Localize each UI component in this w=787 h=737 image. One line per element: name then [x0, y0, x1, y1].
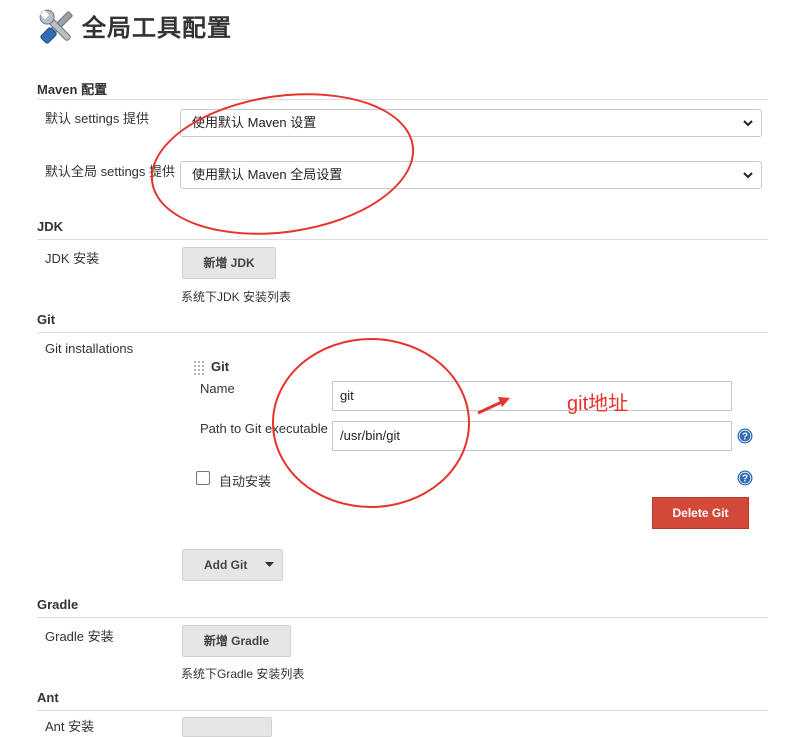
svg-text:?: ? [742, 474, 748, 485]
delete-git-button[interactable]: Delete Git [652, 497, 749, 529]
git-installations-label: Git installations [45, 341, 134, 356]
section-divider [37, 710, 768, 711]
add-ant-button[interactable] [182, 717, 272, 737]
git-section-title: Git [37, 312, 56, 327]
ant-section-title: Ant [37, 690, 59, 705]
ant-install-label: Ant 安装 [45, 719, 95, 734]
wrench-screwdriver-icon [39, 9, 73, 44]
add-gradle-button[interactable]: 新增 Gradle [182, 625, 291, 657]
svg-text:?: ? [742, 432, 748, 443]
jdk-section-title: JDK [37, 219, 64, 234]
gradle-section-title: Gradle [37, 597, 79, 612]
annotation-ellipse [141, 77, 424, 251]
drag-handle-icon[interactable] [193, 360, 205, 376]
jdk-install-label: JDK 安装 [45, 251, 100, 266]
auto-install-checkbox[interactable] [196, 471, 210, 485]
add-git-label: Add Git [204, 558, 248, 572]
add-git-button[interactable]: Add Git [182, 549, 283, 581]
gradle-install-label: Gradle 安装 [45, 629, 114, 644]
maven-section-title: Maven 配置 [37, 82, 108, 97]
section-divider [37, 99, 768, 100]
help-icon[interactable]: ? [737, 470, 753, 486]
section-divider [37, 617, 768, 618]
page-title: 全局工具配置 [82, 15, 232, 42]
section-divider [37, 332, 768, 333]
chevron-down-icon [743, 172, 753, 179]
annotation-arrow [477, 397, 510, 415]
auto-install-label: 自动安装 [219, 474, 272, 489]
git-item-title: Git [211, 359, 230, 374]
help-icon[interactable]: ? [737, 428, 753, 444]
annotation-ellipse [272, 338, 470, 508]
annotation-label: git地址 [567, 393, 629, 415]
add-jdk-button[interactable]: 新增 JDK [182, 247, 276, 279]
caret-down-icon [265, 562, 274, 567]
maven-settings-label: 默认 settings 提供 [45, 111, 150, 126]
jdk-hint: 系统下JDK 安装列表 [181, 290, 292, 304]
section-divider [37, 239, 768, 240]
git-name-label: Name [200, 381, 235, 396]
gradle-hint: 系统下Gradle 安装列表 [181, 667, 305, 681]
chevron-down-icon [743, 120, 753, 127]
